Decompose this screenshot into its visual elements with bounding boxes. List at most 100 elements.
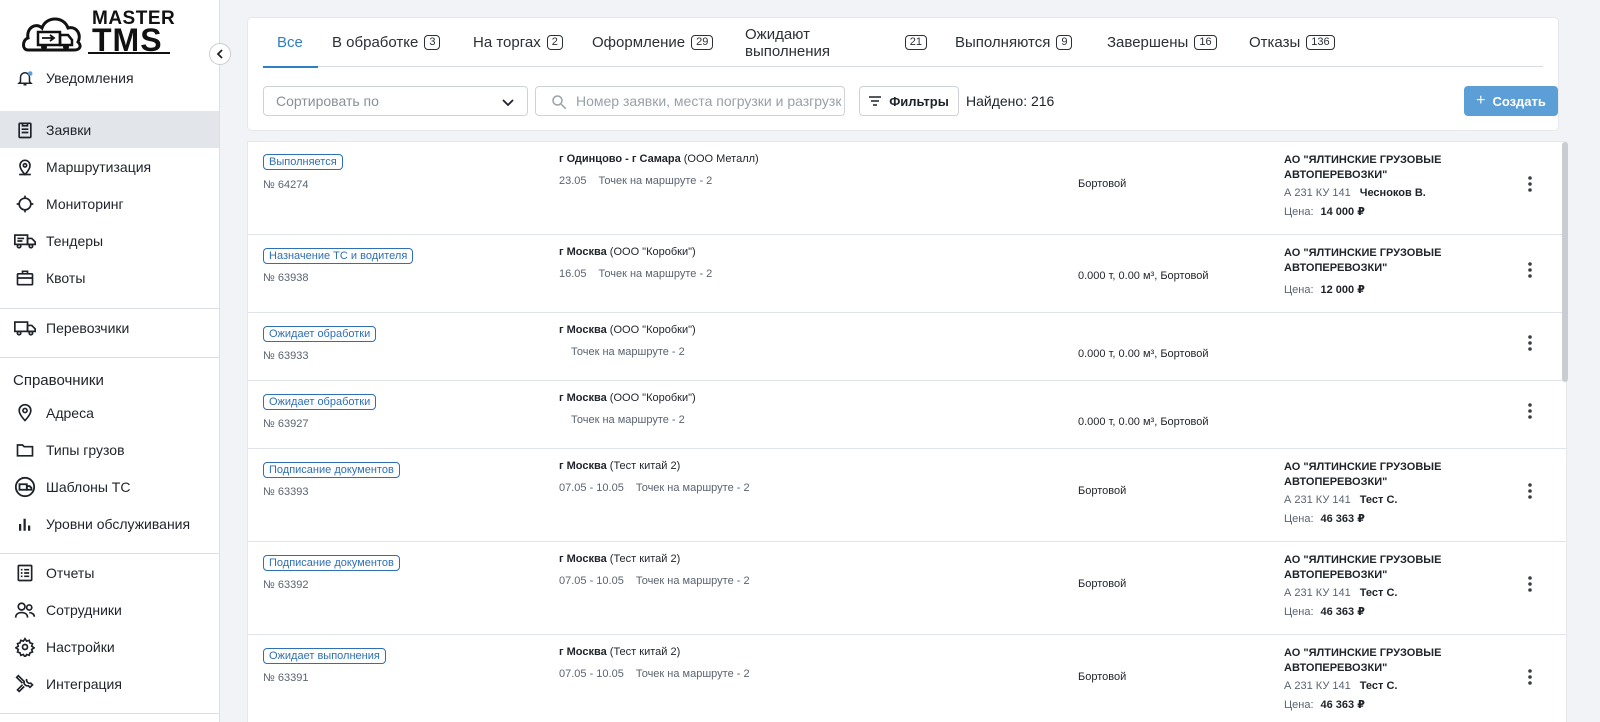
sidebar-item-label: Перевозчики <box>46 319 130 336</box>
status-tabs: Все В обработке 3 На торгах 2 Оформление 29 Ожи… <box>263 18 1543 68</box>
sidebar-item-carriers[interactable]: Перевозчики <box>0 309 219 346</box>
sidebar-item-label: Типы грузов <box>46 441 125 458</box>
route-text: г Москва (ООО "Коробки") <box>559 324 696 336</box>
plate-number: А 231 КУ 141 <box>1284 587 1351 599</box>
create-label: Создать <box>1492 93 1546 109</box>
list-scrollbar[interactable] <box>1562 142 1568 382</box>
sidebar-item-vehicle-templates[interactable]: Шаблоны ТС <box>0 468 219 505</box>
route-text: г Москва (Тест китай 2) <box>559 646 680 658</box>
route-client: (ООО "Коробки") <box>606 392 696 404</box>
list-icon <box>14 562 36 584</box>
tab-0[interactable]: Все <box>263 18 318 68</box>
more-actions-icon[interactable] <box>1522 401 1538 421</box>
sidebar-item-service-levels[interactable]: Уровни обслуживания <box>0 505 219 542</box>
more-actions-icon[interactable] <box>1522 574 1538 594</box>
tab-2[interactable]: На торгах 2 <box>459 18 578 67</box>
order-row[interactable]: Ожидает обработки № 63927 г Москва (ООО "К… <box>248 381 1566 449</box>
sidebar-item-integration[interactable]: Интеграция <box>0 665 219 702</box>
route-client: (ООО Металл) <box>680 153 759 165</box>
more-actions-icon[interactable] <box>1522 174 1538 194</box>
search-icon <box>552 95 567 110</box>
logo[interactable]: MASTER TMS <box>22 6 175 58</box>
more-actions-icon[interactable] <box>1522 333 1538 353</box>
vehicle-plate: А 231 КУ 141 Тест С. <box>1284 494 1397 506</box>
order-number: № 63393 <box>263 486 309 498</box>
bar-chart-icon <box>14 513 36 535</box>
tab-4[interactable]: Ожидают выполнения 21 <box>731 18 941 67</box>
sidebar-item-cargo-types[interactable]: Типы грузов <box>0 431 219 468</box>
vehicle-plate: А 231 КУ 141 Чесноков В. <box>1284 187 1426 199</box>
tab-5[interactable]: Выполняются 9 <box>941 18 1093 67</box>
sidebar-item-employees[interactable]: Сотрудники <box>0 591 219 628</box>
sidebar-item-reports[interactable]: Отчеты <box>0 554 219 591</box>
price-label: Цена: <box>1284 284 1314 296</box>
map-pin-icon <box>14 156 36 178</box>
route-points: Точек на маршруте - 2 <box>635 575 750 587</box>
cargo-info: Бортовой <box>1078 178 1127 190</box>
cargo-info: 0.000 т, 0.00 м³, Бортовой <box>1078 348 1209 360</box>
filters-panel: Все В обработке 3 На торгах 2 Оформление 29 Ожи… <box>248 18 1558 130</box>
tab-1[interactable]: В обработке 3 <box>318 18 459 67</box>
order-date: 23.05 <box>559 175 587 187</box>
route-client: (Тест китай 2) <box>606 646 681 658</box>
order-row[interactable]: Подписание документов № 63393 г Москва (Те… <box>248 449 1566 542</box>
order-row[interactable]: Подписание документов № 63392 г Москва (Те… <box>248 542 1566 635</box>
filters-button[interactable]: Фильтры <box>859 86 959 116</box>
tab-3[interactable]: Оформление 29 <box>578 18 731 67</box>
folder-icon <box>14 439 36 461</box>
sidebar-item-settings[interactable]: Настройки <box>0 628 219 665</box>
search-field[interactable] <box>535 86 845 116</box>
create-button[interactable]: + Создать <box>1464 86 1558 116</box>
order-row[interactable]: Выполняется № 64274 г Одинцово - г Самара … <box>248 142 1566 235</box>
search-input[interactable] <box>576 93 841 109</box>
order-row[interactable]: Назначение ТС и водителя № 63938 г Москва … <box>248 235 1566 313</box>
more-actions-icon[interactable] <box>1522 667 1538 687</box>
sidebar: MASTER TMS Уведомления Заявки Маршрутиза… <box>0 0 220 722</box>
order-subline: Точек на маршруте - 2 <box>559 414 685 426</box>
sidebar-item-quotas[interactable]: Квоты <box>0 259 219 296</box>
route-cities: г Москва <box>559 392 607 404</box>
filter-icon <box>869 96 882 106</box>
route-points: Точек на маршруте - 2 <box>571 346 685 358</box>
cargo-info: 0.000 т, 0.00 м³, Бортовой <box>1078 416 1209 428</box>
truck-icon <box>14 317 36 339</box>
sidebar-item-label: Отчеты <box>46 564 95 581</box>
tab-7[interactable]: Отказы 136 <box>1235 18 1335 67</box>
sidebar-item-label: Адреса <box>46 404 94 421</box>
sidebar-item-addresses[interactable]: Адреса <box>0 394 219 431</box>
tab-label: Все <box>277 34 303 51</box>
sidebar-item-monitoring[interactable]: Мониторинг <box>0 185 219 222</box>
order-row[interactable]: Ожидает выполнения № 63391 г Москва (Тест … <box>248 635 1566 722</box>
order-date: 07.05 - 10.05 <box>559 575 624 587</box>
sidebar-item-requests[interactable]: Заявки <box>0 111 219 148</box>
order-subline: 23.05 Точек на маршруте - 2 <box>559 175 712 187</box>
sidebar-item-tenders[interactable]: Тендеры <box>0 222 219 259</box>
sort-select[interactable]: Сортировать по <box>263 86 528 116</box>
tab-count-badge: 29 <box>691 35 714 50</box>
sidebar-item-notifications[interactable]: Уведомления <box>0 59 219 96</box>
price: Цена: 12 000 ₽ <box>1284 283 1365 296</box>
filters-label: Фильтры <box>889 93 949 109</box>
carrier-name: АО "ЯЛТИНСКИЕ ГРУЗОВЫЕ АВТОПЕРЕВОЗКИ" <box>1284 647 1442 674</box>
order-subline: 07.05 - 10.05 Точек на маршруте - 2 <box>559 575 750 587</box>
order-row[interactable]: Ожидает обработки № 63933 г Москва (ООО "К… <box>248 313 1566 381</box>
tab-count-badge: 21 <box>904 35 927 50</box>
sidebar-item-label: Уведомления <box>46 69 134 86</box>
route-cities: г Москва <box>559 460 607 472</box>
more-actions-icon[interactable] <box>1522 260 1538 280</box>
price-value: 12 000 ₽ <box>1320 284 1365 296</box>
more-actions-icon[interactable] <box>1522 481 1538 501</box>
cargo-info: Бортовой <box>1078 671 1127 683</box>
tab-count-badge: 9 <box>1056 35 1073 50</box>
tab-6[interactable]: Завершены 16 <box>1093 18 1235 67</box>
route-text: г Москва (ООО "Коробки") <box>559 246 696 258</box>
tab-label: Ожидают выполнения <box>745 25 831 60</box>
users-icon <box>14 599 36 621</box>
price: Цена: 46 363 ₽ <box>1284 605 1365 618</box>
truck-price-icon <box>14 230 36 252</box>
sidebar-item-routing[interactable]: Маршрутизация <box>0 148 219 185</box>
cargo-info: 0.000 т, 0.00 м³, Бортовой <box>1078 270 1209 282</box>
sidebar-collapse-button[interactable] <box>209 43 231 65</box>
carrier-name: АО "ЯЛТИНСКИЕ ГРУЗОВЫЕ АВТОПЕРЕВОЗКИ" <box>1284 461 1442 488</box>
driver-name: Тест С. <box>1359 680 1398 692</box>
